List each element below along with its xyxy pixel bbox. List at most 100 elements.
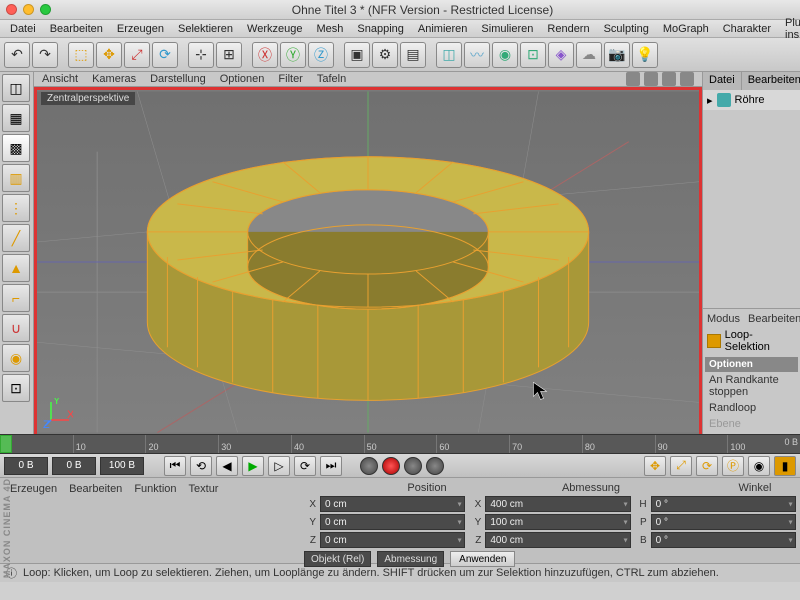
tweak-mode[interactable]: ⊡ <box>2 374 30 402</box>
cube-primitive[interactable]: ◫ <box>436 42 462 68</box>
object-mode[interactable]: ▦ <box>2 104 30 132</box>
dim-y-field[interactable]: 100 cm <box>485 514 630 530</box>
polygon-mode[interactable]: ▲ <box>2 254 30 282</box>
frame-end-field[interactable]: 100 B <box>100 457 144 475</box>
rotate-tool[interactable]: ⟳ <box>152 42 178 68</box>
environment-tool[interactable]: ☁ <box>576 42 602 68</box>
om-tab-datei[interactable]: Datei <box>703 72 742 90</box>
play-button[interactable]: ▶ <box>242 456 264 476</box>
nurbs-primitive[interactable]: ◉ <box>492 42 518 68</box>
frame-current-field[interactable]: 0 B <box>52 457 96 475</box>
menu-mograph[interactable]: MoGraph <box>657 22 715 36</box>
tab-textur[interactable]: Textur <box>189 483 219 495</box>
apply-button[interactable]: Anwenden <box>450 551 515 567</box>
spline-primitive[interactable]: 〰 <box>464 42 490 68</box>
camera-tool[interactable]: 📷 <box>604 42 630 68</box>
point-mode[interactable]: ⋮ <box>2 194 30 222</box>
render-queue[interactable]: ▤ <box>400 42 426 68</box>
object-row-tube[interactable]: ▸ Röhre <box>703 90 800 110</box>
key-scale-toggle[interactable]: ⤢ <box>670 456 692 476</box>
zoom-button[interactable] <box>40 4 51 15</box>
select-tool[interactable]: ⬚ <box>68 42 94 68</box>
pos-z-field[interactable]: 0 cm <box>320 532 465 548</box>
key-rot-toggle[interactable]: ⟳ <box>696 456 718 476</box>
view-tafeln[interactable]: Tafeln <box>317 73 346 85</box>
tab-funktion[interactable]: Funktion <box>134 483 176 495</box>
z-lock[interactable]: Ⓩ <box>308 42 334 68</box>
autokey-button[interactable] <box>404 457 422 475</box>
object-name[interactable]: Röhre <box>735 94 765 106</box>
timeline-scrubber[interactable] <box>0 435 12 453</box>
view-kameras[interactable]: Kameras <box>92 73 136 85</box>
axis-mode[interactable]: ⌐ <box>2 284 30 312</box>
redo-button[interactable]: ↷ <box>32 42 58 68</box>
x-lock[interactable]: Ⓧ <box>252 42 278 68</box>
expand-icon[interactable]: ▸ <box>707 94 713 107</box>
menu-rendern[interactable]: Rendern <box>541 22 595 36</box>
dim-x-field[interactable]: 400 cm <box>485 496 630 512</box>
view-nav-2[interactable] <box>644 72 658 86</box>
light-tool[interactable]: 💡 <box>632 42 658 68</box>
step-back-button[interactable]: ⟲ <box>190 456 212 476</box>
step-fwd-button[interactable]: ⟳ <box>294 456 316 476</box>
prev-frame-button[interactable]: ◀ <box>216 456 238 476</box>
coord-tool[interactable]: ⊞ <box>216 42 242 68</box>
tab-erzeugen[interactable]: Erzeugen <box>10 483 57 495</box>
menu-bearbeiten[interactable]: Bearbeiten <box>44 22 109 36</box>
key-param-toggle[interactable]: Ⓟ <box>722 456 744 476</box>
record-grey-1[interactable] <box>360 457 378 475</box>
y-lock[interactable]: Ⓨ <box>280 42 306 68</box>
edge-mode[interactable]: ╱ <box>2 224 30 252</box>
attr-tab-bearbeiten[interactable]: Bearbeiten <box>748 313 800 325</box>
render-settings[interactable]: ⚙ <box>372 42 398 68</box>
ang-p-field[interactable]: 0 ° <box>651 514 796 530</box>
axis-tool[interactable]: ⊹ <box>188 42 214 68</box>
workplane-mode[interactable]: ▥ <box>2 164 30 192</box>
view-darstellung[interactable]: Darstellung <box>150 73 206 85</box>
frame-start-field[interactable]: 0 B <box>4 457 48 475</box>
view-nav-3[interactable] <box>662 72 676 86</box>
next-frame-button[interactable]: ▷ <box>268 456 290 476</box>
menu-plugins[interactable]: Plug-ins <box>779 16 800 42</box>
move-tool[interactable]: ✥ <box>96 42 122 68</box>
goto-end-button[interactable]: ⏭ <box>320 456 342 476</box>
view-optionen[interactable]: Optionen <box>220 73 265 85</box>
opt-stop-at-edge[interactable]: An Randkante stoppen <box>705 372 798 400</box>
menu-charakter[interactable]: Charakter <box>717 22 777 36</box>
viewport-3d[interactable]: Zentralperspektive <box>34 87 702 437</box>
attr-tab-modus[interactable]: Modus <box>707 313 740 325</box>
coord-mode-select[interactable]: Objekt (Rel) <box>304 551 371 567</box>
key-pos-toggle[interactable]: ✥ <box>644 456 666 476</box>
dim-z-field[interactable]: 400 cm <box>485 532 630 548</box>
opt-randloop[interactable]: Randloop <box>705 400 798 416</box>
menu-erzeugen[interactable]: Erzeugen <box>111 22 170 36</box>
ang-h-field[interactable]: 0 ° <box>651 496 796 512</box>
dim-mode-select[interactable]: Abmessung <box>377 551 444 567</box>
key-misc-toggle[interactable]: ▮ <box>774 456 796 476</box>
minimize-button[interactable] <box>23 4 34 15</box>
view-ansicht[interactable]: Ansicht <box>42 73 78 85</box>
deformer-tool[interactable]: ◈ <box>548 42 574 68</box>
goto-start-button[interactable]: ⏮ <box>164 456 186 476</box>
menu-mesh[interactable]: Mesh <box>310 22 349 36</box>
model-mode[interactable]: ◫ <box>2 74 30 102</box>
menu-snapping[interactable]: Snapping <box>351 22 410 36</box>
scale-tool[interactable]: ⤢ <box>124 42 150 68</box>
menu-sculpting[interactable]: Sculpting <box>598 22 655 36</box>
om-tab-bearbeiten[interactable]: Bearbeiten <box>742 72 800 90</box>
keyframe-button[interactable] <box>426 457 444 475</box>
array-tool[interactable]: ⊡ <box>520 42 546 68</box>
tab-bearbeiten[interactable]: Bearbeiten <box>69 483 122 495</box>
menu-simulieren[interactable]: Simulieren <box>475 22 539 36</box>
view-filter[interactable]: Filter <box>278 73 302 85</box>
menu-animieren[interactable]: Animieren <box>412 22 474 36</box>
view-nav-4[interactable] <box>680 72 694 86</box>
key-pla-toggle[interactable]: ◉ <box>748 456 770 476</box>
record-button[interactable] <box>382 457 400 475</box>
soft-select[interactable]: ◉ <box>2 344 30 372</box>
pos-y-field[interactable]: 0 cm <box>320 514 465 530</box>
close-button[interactable] <box>6 4 17 15</box>
pos-x-field[interactable]: 0 cm <box>320 496 465 512</box>
undo-button[interactable]: ↶ <box>4 42 30 68</box>
menu-datei[interactable]: Datei <box>4 22 42 36</box>
